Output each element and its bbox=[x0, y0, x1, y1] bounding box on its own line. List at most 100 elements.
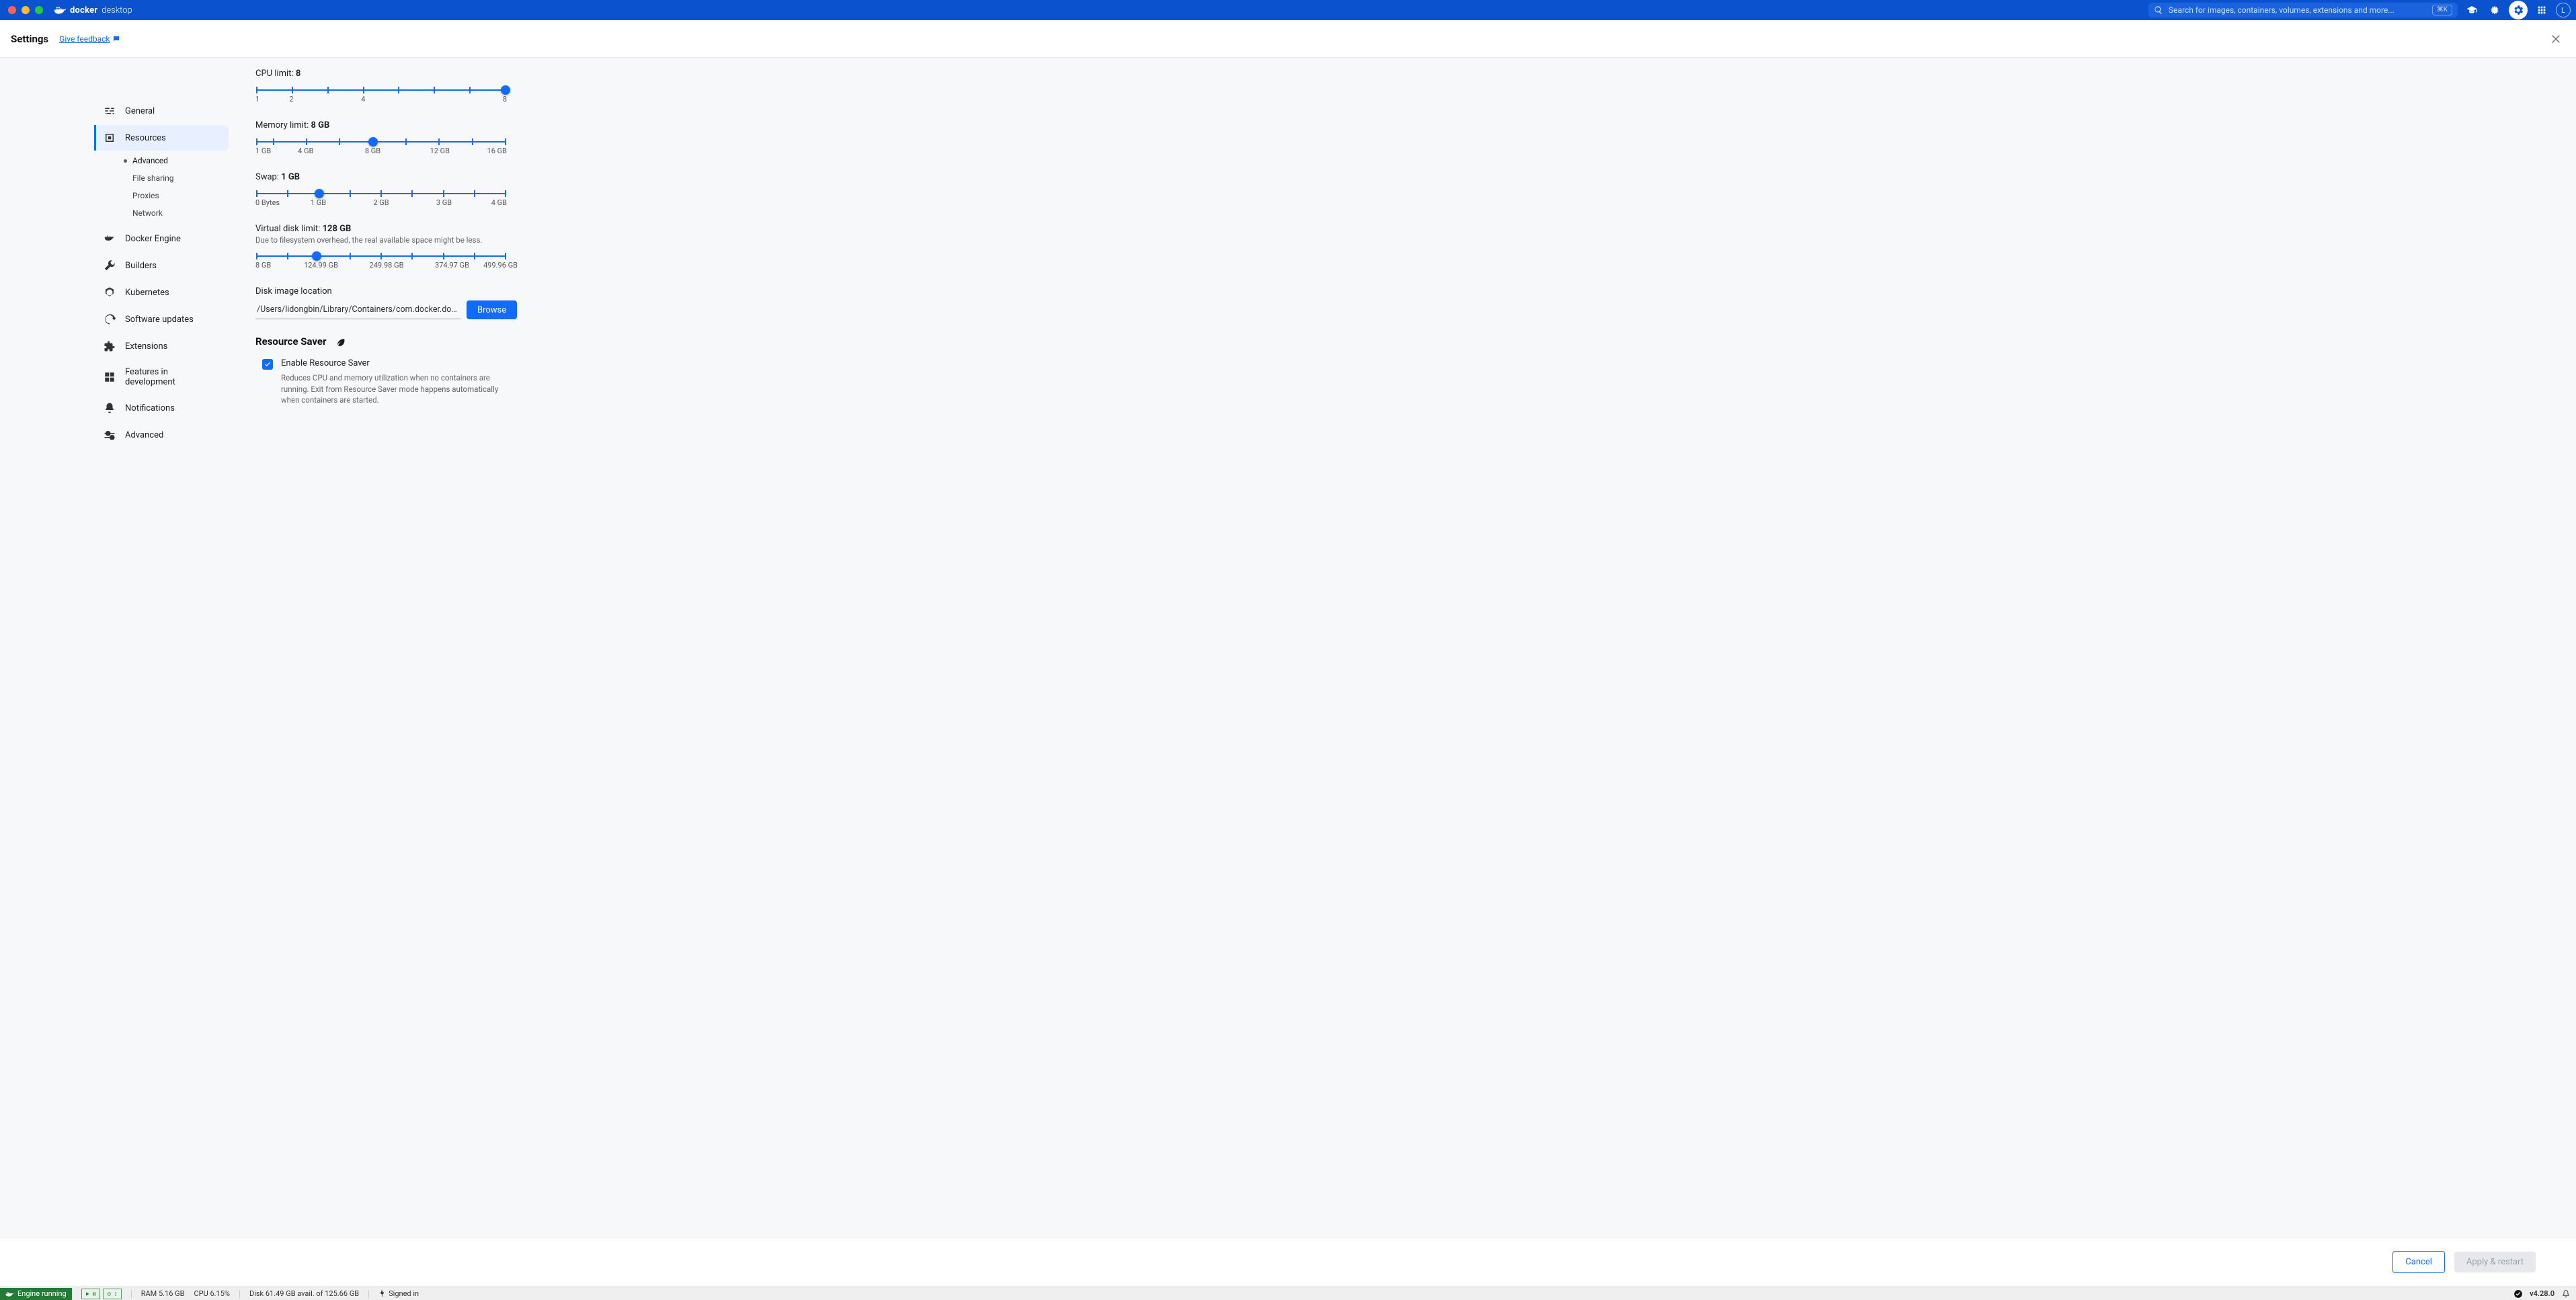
subnav-label: Advanced bbox=[132, 156, 168, 165]
plug-icon bbox=[378, 1290, 386, 1297]
settings-icon-button[interactable] bbox=[2509, 1, 2528, 19]
resource-saver-checkbox[interactable] bbox=[262, 359, 273, 370]
apply-restart-button: Apply & restart bbox=[2454, 1252, 2536, 1272]
update-icon bbox=[104, 313, 116, 325]
settings-footer: Cancel Apply & restart bbox=[0, 1237, 2576, 1287]
docker-whale-icon bbox=[54, 5, 66, 15]
subnav-label: File sharing bbox=[132, 173, 174, 183]
nav-kubernetes[interactable]: Kubernetes bbox=[94, 280, 229, 305]
nav-label: Docker Engine bbox=[125, 234, 181, 244]
grid-icon bbox=[104, 371, 116, 383]
swap-setting: Swap: 1 GB 0 Bytes1 GB2 GB3 GB4 GB bbox=[255, 172, 780, 208]
engine-controls bbox=[81, 1289, 122, 1299]
swap-label: Swap: 1 GB bbox=[255, 172, 780, 182]
nav-builders[interactable]: Builders bbox=[94, 253, 229, 278]
disk-slider[interactable] bbox=[257, 254, 506, 258]
check-circle-icon bbox=[2513, 1289, 2523, 1299]
close-icon bbox=[2550, 33, 2562, 45]
resource-saver-heading: Resource Saver bbox=[255, 335, 780, 348]
memory-slider-labels: 1 GB4 GB8 GB12 GB16 GB bbox=[255, 147, 507, 156]
puzzle-icon bbox=[104, 340, 116, 352]
cpu-usage: CPU 6.15% bbox=[194, 1289, 230, 1298]
apps-icon-button[interactable] bbox=[2533, 1, 2550, 19]
close-settings-button[interactable] bbox=[2546, 30, 2565, 48]
engine-status-label: Engine running bbox=[17, 1289, 67, 1298]
subnav-label: Proxies bbox=[132, 191, 159, 200]
power-icon bbox=[106, 1291, 112, 1297]
menu-dots-icon bbox=[113, 1291, 118, 1297]
bell-icon bbox=[104, 402, 116, 414]
bell-outline-icon[interactable] bbox=[2561, 1289, 2571, 1299]
virtual-disk-setting: Virtual disk limit: 128 GB Due to filesy… bbox=[255, 224, 780, 270]
nav-resources[interactable]: Resources bbox=[94, 125, 229, 151]
nav-label: Resources bbox=[125, 133, 166, 143]
nav-general[interactable]: General bbox=[94, 98, 229, 124]
avatar-initial: L bbox=[2561, 6, 2565, 15]
subnav-network[interactable]: Network bbox=[120, 206, 229, 220]
disk-label: Virtual disk limit: 128 GB bbox=[255, 224, 780, 234]
troubleshoot-icon-button[interactable] bbox=[2486, 1, 2503, 19]
engine-status[interactable]: Engine running bbox=[0, 1288, 72, 1300]
resource-saver-checkbox-label: Enable Resource Saver bbox=[281, 358, 503, 368]
nav-advanced[interactable]: Advanced bbox=[94, 422, 229, 448]
memory-limit-setting: Memory limit: 8 GB 1 GB4 GB8 GB12 GB16 G… bbox=[255, 120, 780, 156]
disk-usage: Disk 61.49 GB avail. of 125.66 GB bbox=[249, 1289, 359, 1298]
settings-content: CPU limit: 8 1248 Memory limit: 8 GB 1 G… bbox=[229, 58, 780, 1237]
user-avatar[interactable]: L bbox=[2556, 3, 2571, 17]
ram-usage: RAM 5.16 GB bbox=[141, 1289, 185, 1298]
docker-whale-icon bbox=[5, 1290, 13, 1298]
nav-extensions[interactable]: Extensions bbox=[94, 333, 229, 359]
close-window-button[interactable] bbox=[8, 6, 16, 14]
browse-button[interactable]: Browse bbox=[467, 300, 517, 319]
search-input[interactable] bbox=[2169, 5, 2427, 15]
settings-header: Settings Give feedback bbox=[0, 20, 2576, 58]
nav-notifications[interactable]: Notifications bbox=[94, 395, 229, 421]
subnav-proxies[interactable]: Proxies bbox=[120, 188, 229, 203]
disk-location-input[interactable] bbox=[255, 300, 461, 319]
leaf-icon bbox=[335, 335, 347, 348]
memory-label: Memory limit: 8 GB bbox=[255, 120, 780, 130]
settings-body: General Resources Advanced File sharing … bbox=[0, 58, 2576, 1237]
memory-slider[interactable] bbox=[257, 140, 506, 144]
signed-in-status: Signed in bbox=[378, 1289, 419, 1298]
brand-light: desktop bbox=[102, 5, 132, 15]
cancel-button[interactable]: Cancel bbox=[2392, 1251, 2445, 1273]
give-feedback-link[interactable]: Give feedback bbox=[59, 34, 120, 44]
cpu-limit-setting: CPU limit: 8 1248 bbox=[255, 69, 780, 104]
cpu-slider[interactable] bbox=[257, 88, 506, 92]
nav-docker-engine[interactable]: Docker Engine bbox=[94, 226, 229, 251]
nav-label: Advanced bbox=[125, 430, 163, 440]
swap-slider[interactable] bbox=[257, 192, 506, 196]
whale-icon bbox=[104, 233, 116, 245]
nav-label: Notifications bbox=[125, 403, 175, 413]
maximize-window-button[interactable] bbox=[35, 6, 43, 14]
learning-icon-button[interactable] bbox=[2463, 1, 2481, 19]
window-controls bbox=[8, 6, 43, 14]
minimize-window-button[interactable] bbox=[22, 6, 30, 14]
nav-label: General bbox=[125, 106, 155, 116]
nav-label: Builders bbox=[125, 261, 157, 271]
nav-software-updates[interactable]: Software updates bbox=[94, 307, 229, 332]
cpu-slider-labels: 1248 bbox=[255, 95, 507, 104]
title-bar: docker desktop ⌘K L bbox=[0, 0, 2576, 20]
subnav-file-sharing[interactable]: File sharing bbox=[120, 171, 229, 186]
nav-label: Software updates bbox=[125, 315, 194, 325]
nav-label: Kubernetes bbox=[125, 288, 169, 298]
nav-label: Features in development bbox=[125, 367, 219, 387]
brand-bold: docker bbox=[70, 5, 97, 15]
nav-features-dev[interactable]: Features in development bbox=[94, 360, 229, 394]
global-search[interactable]: ⌘K bbox=[2148, 3, 2458, 17]
feedback-label: Give feedback bbox=[59, 34, 110, 44]
resource-saver-checkbox-row: Enable Resource Saver Reduces CPU and me… bbox=[262, 358, 780, 406]
resource-saver-description: Reduces CPU and memory utilization when … bbox=[281, 372, 503, 406]
wrench-icon bbox=[104, 259, 116, 272]
disk-location-setting: Disk image location Browse bbox=[255, 286, 780, 319]
resources-icon bbox=[104, 132, 116, 144]
search-icon bbox=[2154, 5, 2163, 15]
search-shortcut: ⌘K bbox=[2432, 5, 2452, 15]
check-icon bbox=[264, 361, 271, 368]
engine-power-menu[interactable] bbox=[103, 1289, 122, 1299]
engine-play-pause[interactable] bbox=[81, 1289, 100, 1299]
subnav-advanced[interactable]: Advanced bbox=[120, 153, 229, 168]
page-title: Settings bbox=[11, 33, 48, 45]
